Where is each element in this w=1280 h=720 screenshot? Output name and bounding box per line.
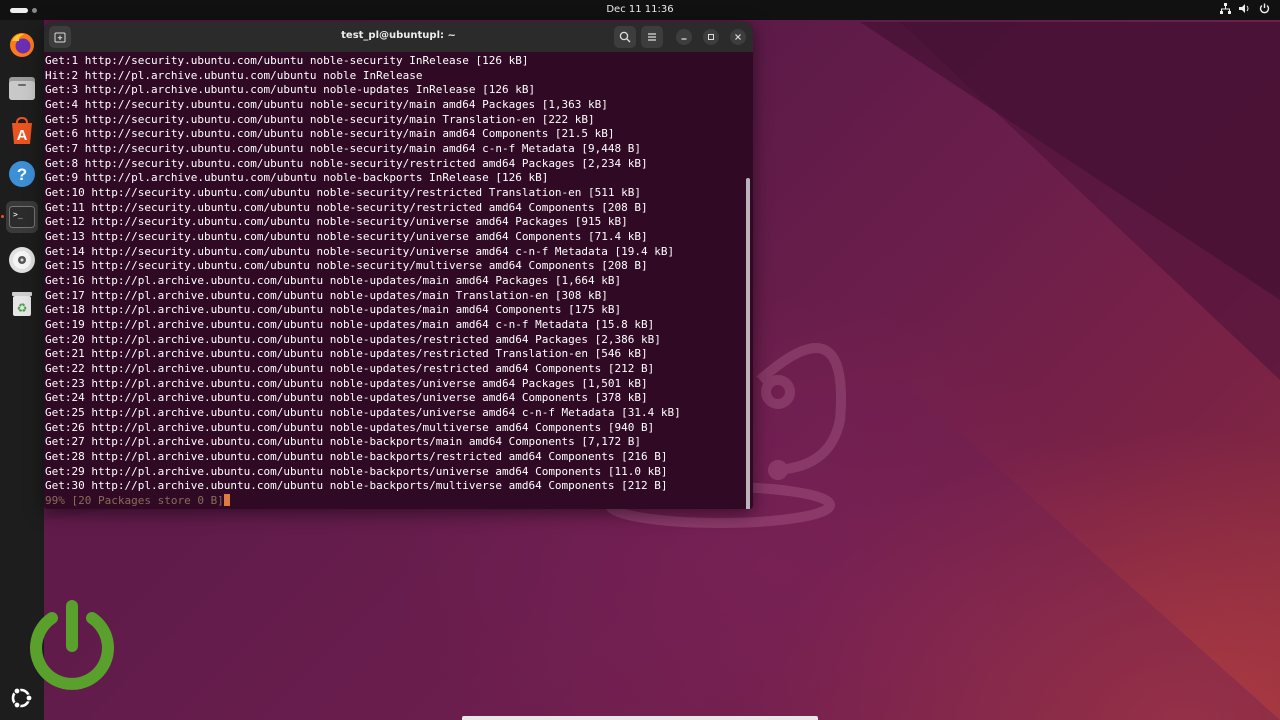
menu-button[interactable] [641, 26, 663, 48]
running-indicator [1, 215, 4, 218]
svg-text:♻: ♻ [17, 301, 28, 315]
terminal-line: Get:26 http://pl.archive.ubuntu.com/ubun… [45, 420, 655, 434]
terminal-line: Get:16 http://pl.archive.ubuntu.com/ubun… [45, 274, 622, 288]
terminal-output[interactable]: Get:1 http://security.ubuntu.com/ubuntu … [44, 52, 753, 509]
terminal-line: Get:8 http://security.ubuntu.com/ubuntu … [45, 156, 648, 170]
window-titlebar[interactable]: test_pl@ubuntupl: ~ [44, 22, 753, 52]
help-icon: ? [9, 161, 35, 187]
dock-item-files[interactable] [6, 72, 38, 104]
trash-icon: ♻ [12, 292, 32, 316]
dock-item-firefox[interactable] [6, 29, 38, 61]
terminal-line: Hit:2 http://pl.archive.ubuntu.com/ubunt… [45, 68, 423, 82]
terminal-line: Get:15 http://security.ubuntu.com/ubuntu… [45, 259, 648, 273]
terminal-line: Get:30 http://pl.archive.ubuntu.com/ubun… [45, 479, 668, 493]
close-icon [735, 34, 741, 40]
hamburger-menu-icon [648, 33, 656, 41]
files-icon [9, 77, 35, 100]
top-bar: Dec 11 11:36 [0, 0, 1280, 20]
network-icon[interactable] [1220, 3, 1231, 17]
terminal-line: Get:14 http://security.ubuntu.com/ubuntu… [45, 244, 675, 258]
dock-item-help[interactable]: ? [6, 158, 38, 190]
maximize-icon [708, 34, 714, 40]
terminal-line: Get:28 http://pl.archive.ubuntu.com/ubun… [45, 450, 668, 464]
firefox-icon [10, 33, 34, 57]
progress-line: 99% [20 Packages store 0 B] [45, 494, 681, 509]
help-glyph: ? [17, 165, 27, 184]
progress-text: 99% [20 Packages store 0 B] [45, 494, 224, 508]
terminal-line: Get:19 http://pl.archive.ubuntu.com/ubun… [45, 318, 655, 332]
terminal-line: Get:25 http://pl.archive.ubuntu.com/ubun… [45, 406, 681, 420]
dock-item-terminal[interactable]: >_ [1, 201, 38, 233]
terminal-line: Get:9 http://pl.archive.ubuntu.com/ubunt… [45, 171, 549, 185]
text-cursor [223, 494, 230, 507]
minimize-icon [681, 38, 687, 40]
terminal-line: Get:13 http://security.ubuntu.com/ubuntu… [45, 230, 648, 244]
terminal-line: Get:5 http://security.ubuntu.com/ubuntu … [45, 112, 595, 126]
terminal-line: Get:27 http://pl.archive.ubuntu.com/ubun… [45, 435, 642, 449]
wallpaper-shape-darker [860, 22, 1280, 300]
terminal-line: Get:10 http://security.ubuntu.com/ubuntu… [45, 186, 642, 200]
terminal-line: Get:11 http://security.ubuntu.com/ubuntu… [45, 200, 648, 214]
terminal-line: Get:1 http://security.ubuntu.com/ubuntu … [45, 54, 529, 67]
svg-text:A: A [17, 127, 28, 144]
close-button[interactable] [730, 29, 746, 45]
maximize-button[interactable] [703, 29, 719, 45]
terminal-line: Get:4 http://security.ubuntu.com/ubuntu … [45, 98, 608, 112]
terminal-lines: Get:1 http://security.ubuntu.com/ubuntu … [45, 54, 681, 509]
terminal-line: Get:18 http://pl.archive.ubuntu.com/ubun… [45, 303, 622, 317]
minimize-button[interactable] [676, 29, 692, 45]
dock-item-app-center[interactable]: A [6, 115, 38, 147]
dock-item-trash[interactable]: ♻ [6, 287, 38, 319]
terminal-line: Get:3 http://pl.archive.ubuntu.com/ubunt… [45, 83, 536, 97]
app-center-icon: A [12, 117, 32, 144]
terminal-line: Get:24 http://pl.archive.ubuntu.com/ubun… [45, 391, 648, 405]
terminal-line: Get:22 http://pl.archive.ubuntu.com/ubun… [45, 362, 655, 376]
power-logo [30, 600, 114, 690]
terminal-line: Get:7 http://security.ubuntu.com/ubuntu … [45, 142, 642, 156]
disc-icon [9, 247, 35, 273]
clock[interactable]: Dec 11 11:36 [0, 4, 1280, 15]
show-apps-ubuntu-icon[interactable] [9, 686, 33, 710]
system-tray[interactable] [1220, 3, 1270, 17]
terminal-glyph: >_ [13, 210, 23, 219]
terminal-line: Get:17 http://pl.archive.ubuntu.com/ubun… [45, 288, 608, 302]
power-icon[interactable] [1259, 3, 1270, 17]
terminal-line: Get:6 http://security.ubuntu.com/ubuntu … [45, 127, 615, 141]
terminal-icon: >_ [9, 206, 35, 228]
bottom-window-hint [462, 716, 818, 720]
terminal-line: Get:12 http://security.ubuntu.com/ubuntu… [45, 215, 628, 229]
terminal-line: Get:21 http://pl.archive.ubuntu.com/ubun… [45, 347, 648, 361]
search-icon [619, 31, 631, 43]
terminal-window[interactable]: test_pl@ubuntupl: ~ Get:1 http://securit… [44, 22, 753, 509]
terminal-line: Get:29 http://pl.archive.ubuntu.com/ubun… [45, 464, 668, 478]
terminal-line: Get:23 http://pl.archive.ubuntu.com/ubun… [45, 376, 648, 390]
terminal-line: Get:20 http://pl.archive.ubuntu.com/ubun… [45, 332, 661, 346]
terminal-scrollbar[interactable] [746, 178, 750, 509]
search-button[interactable] [614, 26, 636, 48]
volume-icon[interactable] [1239, 3, 1251, 17]
dock-item-disc[interactable] [6, 244, 38, 276]
